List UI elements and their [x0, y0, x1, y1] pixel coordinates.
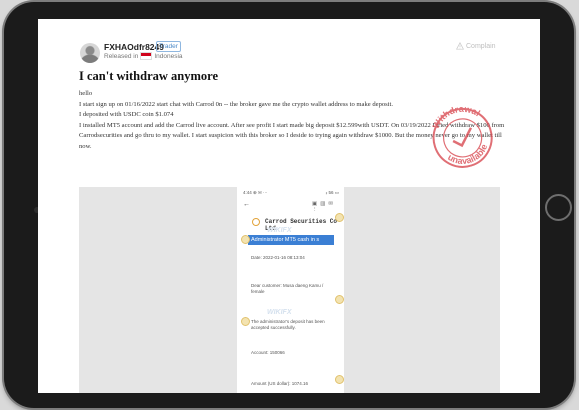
tablet-photo: FXHAOdfr8249 Trader Released in Indonesi… — [0, 0, 579, 410]
home-button[interactable] — [545, 194, 572, 221]
released-label: Released in — [104, 52, 139, 60]
tablet-frame: FXHAOdfr8249 Trader Released in Indonesi… — [4, 2, 574, 408]
watermark: WIKIFX — [267, 227, 292, 234]
released-in: Released in Indonesia — [104, 52, 183, 60]
email-subject-banner: Administrator MT5 cash in s — [248, 235, 334, 245]
phone-status-right: ᵢₗ 56 ▭ — [325, 190, 339, 195]
coin-icon — [335, 295, 344, 304]
country-label: Indonesia — [154, 52, 183, 60]
email-amount: Amount (US dollar): 1074.16 — [251, 381, 309, 386]
company-logo-icon — [252, 218, 260, 226]
phone-screenshot: 4:44 ⊕ ✉ ··· ᵢₗ 56 ▭ ← ▣▥✉⋮ Carrod Secur… — [237, 187, 344, 393]
indonesia-flag-icon — [140, 52, 153, 60]
phone-toolbar-icons: ▣▥✉⋮ — [312, 201, 337, 213]
attachment-image[interactable]: 4:44 ⊕ ✉ ··· ᵢₗ 56 ▭ ← ▣▥✉⋮ Carrod Secur… — [79, 187, 500, 393]
coin-icon — [241, 235, 250, 244]
tablet-screen: FXHAOdfr8249 Trader Released in Indonesi… — [38, 19, 540, 393]
username[interactable]: FXHAOdfr8249 — [104, 42, 164, 52]
coin-icon — [335, 213, 344, 222]
email-account: Account: 150066 — [251, 350, 285, 355]
back-arrow-icon: ← — [243, 201, 250, 208]
email-date: Date: 2022-01-16 08:13:04 — [251, 255, 305, 260]
avatar[interactable] — [80, 43, 100, 63]
phone-status-left: 4:44 ⊕ ✉ ··· — [243, 190, 268, 195]
coin-icon — [241, 317, 250, 326]
complain-label: Complain — [466, 42, 496, 50]
watermark: WIKIFX — [267, 309, 292, 316]
complain-button[interactable]: Complain — [456, 42, 496, 50]
trader-badge: Trader — [156, 41, 181, 52]
email-greeting: Dear customer: Musa daeng Kamu / female — [251, 283, 324, 294]
post-title: I can't withdraw anymore — [79, 69, 219, 83]
email-confirmation: The administrator's deposit has been acc… — [251, 319, 325, 330]
warning-icon — [456, 42, 464, 50]
post-paragraph: hello — [79, 90, 93, 97]
coin-icon — [335, 375, 344, 384]
